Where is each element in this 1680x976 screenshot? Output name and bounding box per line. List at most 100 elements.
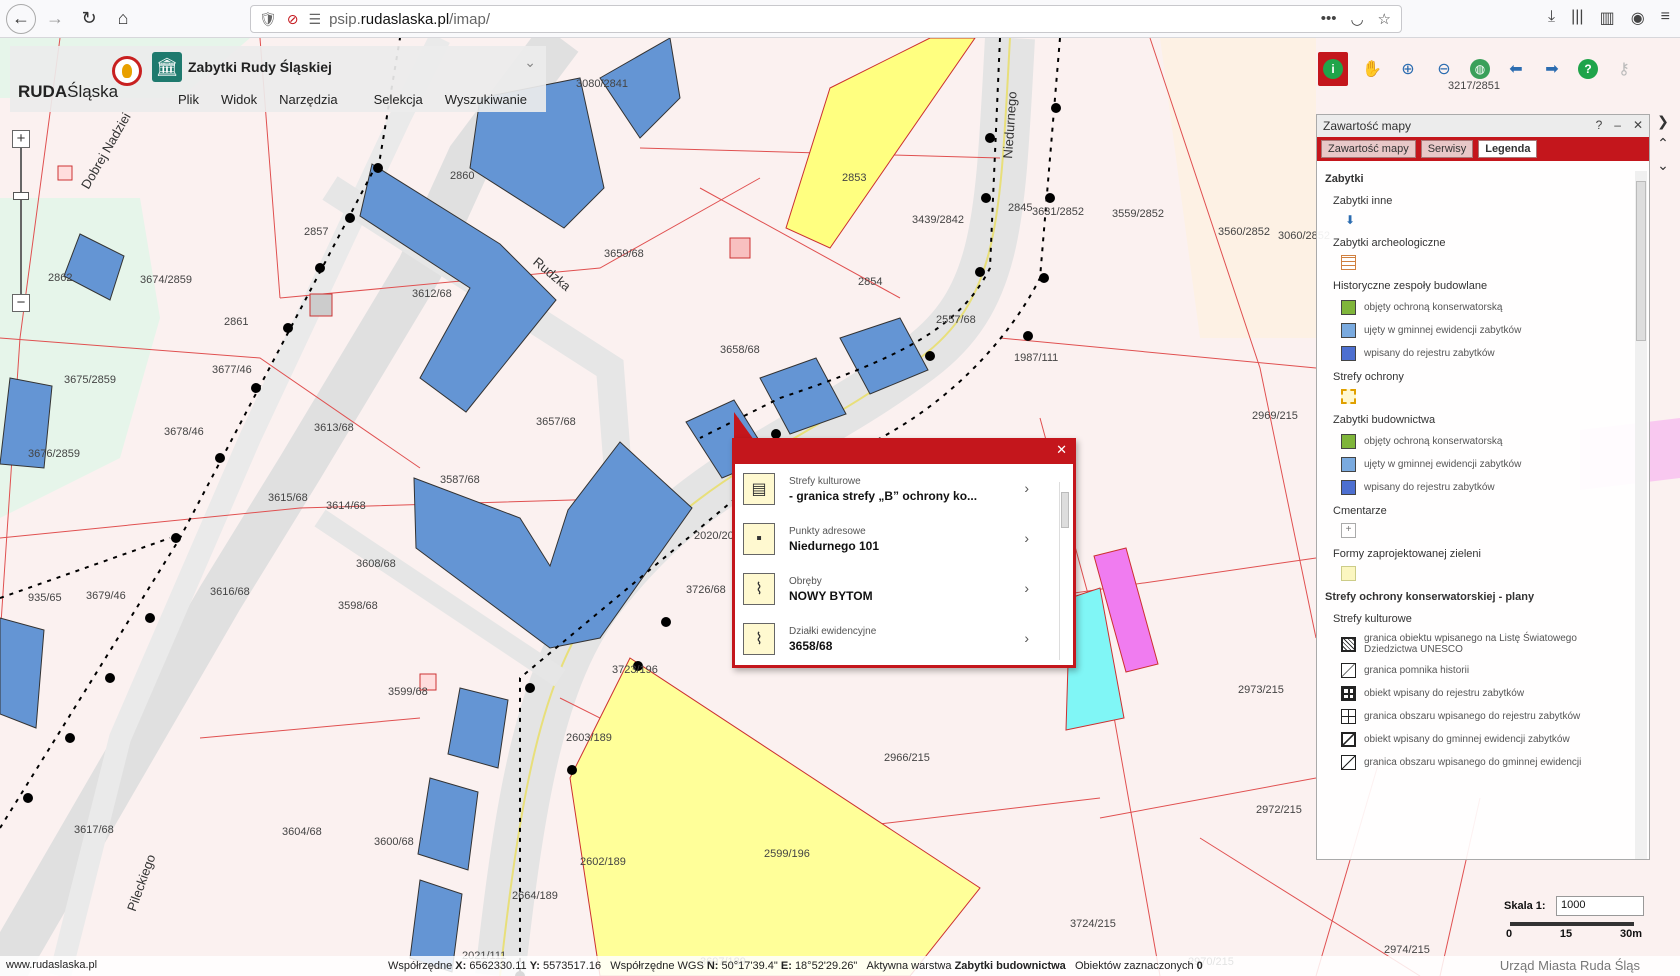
- url-path: /imap/: [449, 10, 491, 28]
- logo-rest: Śląska: [67, 82, 119, 101]
- legend-item-label: wpisany do rejestru zabytków: [1364, 348, 1495, 359]
- key-icon[interactable]: ⚷: [1606, 52, 1642, 86]
- info-icon[interactable]: i: [1318, 52, 1348, 86]
- menu-plik[interactable]: Plik: [178, 92, 199, 107]
- chevron-right-icon[interactable]: ›: [1024, 530, 1029, 546]
- legend-item: obiekt wpisany do gminnej ewidencji zaby…: [1341, 732, 1631, 747]
- legend-item-label: granica pomnika historii: [1364, 665, 1470, 676]
- panel-tabs: Zawartość mapy Serwisy Legenda: [1317, 137, 1649, 161]
- parcel-label: 3678/46: [164, 426, 204, 438]
- panel-scrollbar[interactable]: [1635, 171, 1647, 859]
- parcel-label: 2664/189: [512, 890, 558, 902]
- parcel-label: 3599/68: [388, 686, 428, 698]
- zoom-in-button[interactable]: +: [12, 130, 30, 148]
- panel-help-button[interactable]: ?: [1596, 118, 1603, 132]
- legend-group: Zabytki inne: [1333, 195, 1393, 207]
- parcel-icon: ⌇: [743, 623, 775, 655]
- scale-input[interactable]: 1000: [1556, 896, 1644, 916]
- zoom-out-button[interactable]: −: [12, 294, 30, 312]
- popup-row-value: 3658/68: [789, 638, 833, 653]
- chevron-right-icon[interactable]: ›: [1024, 480, 1029, 496]
- parcel-label: 3676/2859: [28, 448, 80, 460]
- download-icon[interactable]: ⤓: [1548, 8, 1555, 28]
- library-icon[interactable]: |||: [1571, 8, 1583, 28]
- parcel-label: 2973/215: [1238, 684, 1284, 696]
- parcel-label: 3616/68: [210, 586, 250, 598]
- popup-close-button[interactable]: ✕: [1056, 442, 1067, 458]
- parcel-label: 2602/189: [580, 856, 626, 868]
- home-icon[interactable]: ⌂: [108, 4, 138, 34]
- sidebar-icon[interactable]: ▥: [1600, 8, 1615, 28]
- menu-wyszukiwanie[interactable]: Wyszukiwanie: [445, 92, 527, 107]
- legend-item-label: granica obiektu wpisanego na Listę Świat…: [1364, 633, 1577, 655]
- monument-boundary-icon: [1341, 663, 1356, 678]
- popup-row[interactable]: ⌇ Działki ewidencyjne 3658/68 ›: [735, 614, 1073, 664]
- popup-row[interactable]: ⌇ Obręby NOWY BYTOM ›: [735, 564, 1073, 614]
- logo-bold: RUDA: [18, 82, 68, 101]
- chevron-down-icon[interactable]: ⌄: [524, 54, 536, 71]
- popup-row[interactable]: ▪ Punkty adresowe Niedurnego 101 ›: [735, 514, 1073, 564]
- layer-value: Zabytki budownictwa: [954, 960, 1066, 972]
- shield-icon[interactable]: 🛡: [259, 11, 277, 28]
- arrow-back-icon[interactable]: ⬅: [1498, 52, 1534, 86]
- parcel-label: 3598/68: [338, 600, 378, 612]
- parcel-label: 2845: [1008, 202, 1033, 214]
- legend-heading: Zabytki: [1325, 173, 1364, 185]
- scrollbar-thumb[interactable]: [1061, 492, 1069, 528]
- panel-close-button[interactable]: ✕: [1633, 118, 1643, 132]
- popup-rows: ▤ Strefy kulturowe - granica strefy „B” oc…: [735, 464, 1073, 664]
- chevron-up-icon[interactable]: ⌃: [1652, 132, 1674, 154]
- chevron-right-icon[interactable]: ›: [1024, 630, 1029, 646]
- zoom-slider-handle[interactable]: [13, 192, 29, 200]
- zoom-track[interactable]: [13, 148, 29, 294]
- chevron-right-icon[interactable]: ›: [1024, 580, 1029, 596]
- tab-zawartosc[interactable]: Zawartość mapy: [1321, 140, 1416, 158]
- zoom-out-icon[interactable]: ⊖: [1426, 52, 1462, 86]
- parcel-label: 935/65: [28, 592, 62, 604]
- panel-minimize-button[interactable]: –: [1614, 118, 1621, 132]
- parcel-label: 3615/68: [268, 492, 308, 504]
- menu-widok[interactable]: Widok: [221, 92, 257, 107]
- scrollbar-thumb[interactable]: [1636, 181, 1646, 341]
- city-logo: RUDAŚląska: [18, 82, 118, 102]
- museum-icon: 🏛: [152, 52, 182, 82]
- legend-item: wpisany do rejestru zabytków: [1341, 480, 1631, 495]
- popup-scrollbar[interactable]: [1059, 482, 1069, 660]
- popup-row[interactable]: ▤ Strefy kulturowe - granica strefy „B” oc…: [735, 464, 1073, 514]
- tab-legenda[interactable]: Legenda: [1478, 140, 1538, 158]
- parcel-label: 2974/215: [1384, 944, 1430, 956]
- e-value: 18°52'29.26": [794, 960, 858, 972]
- legend-item-label: obiekt wpisany do rejestru zabytków: [1364, 688, 1525, 699]
- forward-icon[interactable]: →: [40, 4, 70, 34]
- url-bar[interactable]: 🛡 ⊘ ☰ psip.rudaslaska.pl/imap/ ••• ◡ ☆: [250, 5, 1402, 33]
- site-link[interactable]: www.rudaslaska.pl: [6, 959, 97, 971]
- bookmark-star-icon[interactable]: ☆: [1378, 10, 1391, 28]
- reload-icon[interactable]: ↻: [74, 4, 104, 34]
- chevron-down-icon[interactable]: ⌄: [1652, 154, 1674, 176]
- zoom-in-icon[interactable]: ⊕: [1390, 52, 1426, 86]
- globe-icon[interactable]: ◍: [1462, 52, 1498, 86]
- panel-scroll-arrows: ❯ ⌃ ⌄: [1652, 110, 1674, 176]
- insecure-lock-icon[interactable]: ⊘: [287, 11, 299, 28]
- panel-header: Zawartość mapy ? – ✕: [1317, 115, 1649, 137]
- tab-serwisy[interactable]: Serwisy: [1420, 140, 1474, 158]
- menu-narzedzia[interactable]: Narzędzia: [279, 92, 338, 107]
- permissions-icon[interactable]: ☰: [309, 11, 322, 28]
- menu-selekcja[interactable]: Selekcja: [374, 92, 423, 107]
- status-bar: www.rudaslaska.pl Współrzędne X: 6562330…: [0, 956, 1680, 976]
- parcel-label: 2969/215: [1252, 410, 1298, 422]
- account-icon[interactable]: ◉: [1631, 8, 1645, 28]
- parcel-label: 3587/68: [440, 474, 480, 486]
- menu-icon[interactable]: ≡: [1661, 8, 1670, 28]
- back-icon[interactable]: ←: [6, 3, 36, 34]
- parcel-label: 3608/68: [356, 558, 396, 570]
- parcel-label: 3658/68: [720, 344, 760, 356]
- pan-hand-icon[interactable]: ✋: [1354, 52, 1390, 86]
- app-title: Zabytki Rudy Śląskiej: [188, 59, 332, 75]
- arrow-forward-icon[interactable]: ➡: [1534, 52, 1570, 86]
- parcel-label: 2862: [48, 272, 73, 284]
- pocket-icon[interactable]: ◡: [1350, 10, 1363, 28]
- more-icon[interactable]: •••: [1321, 10, 1337, 28]
- chevron-right-icon[interactable]: ❯: [1652, 110, 1674, 132]
- help-icon[interactable]: ?: [1570, 52, 1606, 86]
